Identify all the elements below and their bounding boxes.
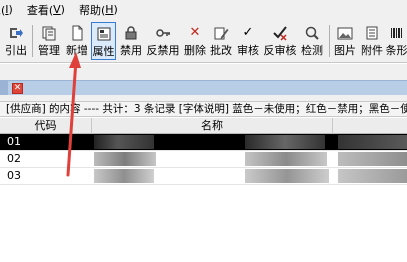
attachment-icon xyxy=(364,25,380,41)
new-document-icon xyxy=(69,25,85,41)
menu-item-info[interactable]: 息(I) xyxy=(0,0,17,19)
export-icon xyxy=(8,25,24,41)
key-icon xyxy=(155,25,171,41)
column-header-code[interactable]: 代码 xyxy=(0,118,91,134)
tab-edge xyxy=(0,80,8,95)
picture-icon xyxy=(337,25,353,41)
manage-button[interactable]: 管理 xyxy=(36,22,62,60)
toolbar-separator xyxy=(329,25,330,57)
attachment-button[interactable]: 附件 xyxy=(360,22,384,60)
table-row[interactable]: 03 xyxy=(0,168,407,185)
barcode-button[interactable]: 条形 xyxy=(386,22,407,60)
toolbar: 引出 管理 新增 属性 禁用 反禁用 ✕ 删除 批改 ✓ 审核 反审核 检测 图… xyxy=(0,19,407,63)
menu-item-view-label: 查看( xyxy=(26,3,54,17)
uncheck-icon xyxy=(272,25,288,41)
barcode-button-label: 条形 xyxy=(386,44,407,57)
export-button-label: 引出 xyxy=(5,44,27,57)
document-tab-strip xyxy=(0,80,407,95)
approve-button-label: 审核 xyxy=(237,44,259,57)
delete-button-label: 删除 xyxy=(184,44,206,57)
redacted-name xyxy=(245,169,329,183)
detect-icon xyxy=(304,25,320,41)
menu-item-help-suffix: ) xyxy=(113,3,118,16)
column-divider[interactable] xyxy=(332,118,333,134)
detect-button-label: 检测 xyxy=(301,44,323,57)
menu-item-info-suffix: ) xyxy=(8,3,13,16)
approve-button[interactable]: ✓ 审核 xyxy=(236,22,260,60)
info-bar-text: [供应商] 的内容 ---- 共计：3 条记录 [字体说明] 蓝色－未使用；红色… xyxy=(6,103,407,115)
barcode-icon xyxy=(389,25,405,41)
row-code: 01 xyxy=(7,135,21,148)
lock-icon xyxy=(123,25,139,41)
detect-button[interactable]: 检测 xyxy=(300,22,324,60)
close-tab-icon[interactable]: ✕ xyxy=(12,83,23,94)
redacted-name xyxy=(94,152,156,166)
toolbar-bottom-strip xyxy=(0,64,407,80)
disable-button[interactable]: 禁用 xyxy=(119,22,143,60)
info-bar: [供应商] 的内容 ---- 共计：3 条记录 [字体说明] 蓝色－未使用；红色… xyxy=(0,101,407,117)
disable-button-label: 禁用 xyxy=(120,44,142,57)
edit-pencil-icon xyxy=(213,25,229,41)
redacted-name xyxy=(338,152,407,166)
menu-item-view[interactable]: 查看(V) xyxy=(23,0,69,19)
attachment-button-label: 附件 xyxy=(361,44,383,57)
enable-button[interactable]: 反禁用 xyxy=(146,22,180,60)
redacted-name xyxy=(338,135,407,149)
new-button-label: 新增 xyxy=(66,44,88,57)
table-row[interactable]: 02 xyxy=(0,151,407,168)
manage-icon xyxy=(41,25,57,41)
unapprove-button[interactable]: 反审核 xyxy=(263,22,297,60)
toolbar-separator xyxy=(32,25,33,57)
redacted-name xyxy=(245,152,327,166)
table-row[interactable]: 01 xyxy=(0,134,407,151)
export-button[interactable]: 引出 xyxy=(3,22,29,60)
menu-item-help-accel: H xyxy=(105,3,114,16)
new-button[interactable]: 新增 xyxy=(64,22,90,60)
delete-button[interactable]: ✕ 删除 xyxy=(183,22,207,60)
redacted-name xyxy=(245,135,325,149)
checkmark-icon: ✓ xyxy=(242,25,254,40)
batch-edit-button[interactable]: 批改 xyxy=(209,22,233,60)
row-code: 02 xyxy=(7,152,21,165)
menu-item-view-suffix: ) xyxy=(60,3,65,16)
menu-item-help-label: 帮助( xyxy=(78,3,106,17)
enable-button-label: 反禁用 xyxy=(146,44,180,57)
picture-button[interactable]: 图片 xyxy=(333,22,357,60)
menu-item-help[interactable]: 帮助(H) xyxy=(75,0,122,19)
properties-button-label: 属性 xyxy=(92,45,115,58)
redacted-name xyxy=(94,135,154,149)
delete-x-icon: ✕ xyxy=(189,25,201,40)
redacted-name xyxy=(94,169,154,183)
batch-edit-button-label: 批改 xyxy=(210,44,232,57)
column-header-name[interactable]: 名称 xyxy=(92,118,332,134)
menu-bar: 息(I) 查看(V) 帮助(H) xyxy=(0,0,407,19)
unapprove-button-label: 反审核 xyxy=(263,44,297,57)
grid-header: 代码 名称 xyxy=(0,118,407,134)
grid-body[interactable] xyxy=(0,185,407,262)
properties-button[interactable]: 属性 xyxy=(91,22,116,60)
menu-item-view-accel: V xyxy=(53,3,61,16)
manage-button-label: 管理 xyxy=(38,44,60,57)
properties-icon xyxy=(96,26,112,42)
redacted-name xyxy=(338,169,407,183)
picture-button-label: 图片 xyxy=(334,44,356,57)
row-code: 03 xyxy=(7,169,21,182)
